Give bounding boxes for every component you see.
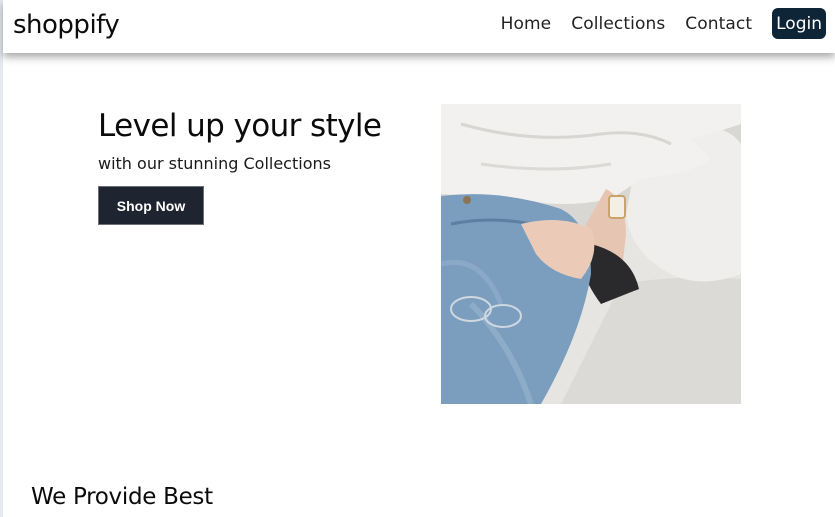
nav-link-home[interactable]: Home — [501, 14, 552, 34]
hero-title: Level up your style — [98, 108, 382, 144]
hero-text: Level up your style with our stunning Co… — [98, 108, 418, 225]
hero-image — [441, 104, 741, 404]
page-left-edge — [0, 0, 3, 517]
nav-link-collections[interactable]: Collections — [571, 14, 665, 34]
navbar: shoppify Home Collections Contact Login — [3, 0, 835, 53]
shop-now-button[interactable]: Shop Now — [98, 186, 204, 225]
hero-subtitle: with our stunning Collections — [98, 154, 331, 173]
nav-link-contact[interactable]: Contact — [685, 14, 752, 34]
login-button[interactable]: Login — [772, 8, 826, 39]
hero-photo-illustration — [441, 104, 741, 404]
features-title: We Provide Best — [31, 484, 213, 510]
brand-logo[interactable]: shoppify — [13, 10, 120, 40]
nav-links: Home Collections Contact Login — [501, 8, 835, 39]
